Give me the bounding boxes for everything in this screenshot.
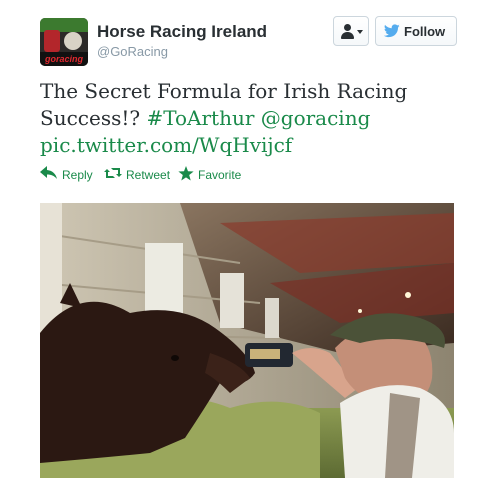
tweet-photo[interactable] [40,203,454,478]
account-avatar[interactable]: goracing [40,18,88,66]
retweet-icon [104,168,122,178]
favorite-button[interactable]: Favorite [178,165,258,185]
reply-label: Reply [62,168,93,182]
reply-button[interactable]: Reply [40,165,100,185]
follow-button[interactable]: Follow [375,16,457,46]
tweet-card: goracing Horse Racing Ireland @GoRacing … [0,0,500,488]
mention-link[interactable]: @goracing [254,106,371,130]
tweet-text-line-1: The Secret Formula for Irish Racing [40,79,408,103]
user-actions-button[interactable] [333,16,369,46]
follow-label: Follow [404,24,446,39]
favorite-label: Favorite [198,168,242,182]
tweet-text-line-2: Success!? [40,106,147,130]
avatar-logo: goracing [40,52,88,66]
account-handle[interactable]: @GoRacing [97,44,168,59]
tweet-text: The Secret Formula for Irish Racing Succ… [40,78,470,159]
reply-arrow-icon [40,166,57,179]
account-name[interactable]: Horse Racing Ireland [97,22,267,42]
horse-stable-photo [40,203,454,478]
star-icon [178,166,194,181]
twitter-bird-icon [384,24,400,38]
hashtag-link[interactable]: #ToArthur [146,106,254,130]
media-link[interactable]: pic.twitter.com/WqHvijcf [40,132,470,159]
retweet-label: Retweet [126,168,171,182]
retweet-button[interactable]: Retweet [104,165,184,185]
